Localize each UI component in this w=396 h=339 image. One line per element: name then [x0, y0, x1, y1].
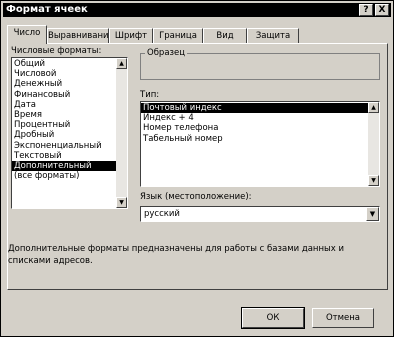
tab-protection[interactable]: Защита	[247, 28, 299, 43]
language-label: Язык (местоположение):	[140, 192, 252, 202]
list-item[interactable]: Финансовый	[12, 90, 127, 100]
list-item[interactable]: Номер телефона	[141, 123, 379, 133]
type-label: Тип:	[140, 90, 160, 100]
tab-alignment[interactable]: Выравнивание	[47, 28, 114, 43]
tab-border[interactable]: Граница	[153, 28, 203, 43]
list-item[interactable]: Денежный	[12, 79, 127, 89]
list-item[interactable]: Процентный	[12, 120, 127, 130]
format-description: Дополнительные форматы предназначены для…	[8, 244, 345, 266]
list-item-selected[interactable]: Почтовый индекс	[141, 103, 379, 114]
list-item[interactable]: Дата	[12, 100, 127, 110]
list-item[interactable]: Экспоненциальный	[12, 141, 127, 151]
format-cells-dialog: Формат ячеек ? X Число Выравнивание Шриф…	[0, 0, 394, 337]
sample-label: Образец	[145, 48, 188, 58]
tab-font[interactable]: Шрифт	[109, 28, 153, 43]
list-item[interactable]: Время	[12, 110, 127, 120]
list-item[interactable]: (все форматы)	[12, 171, 127, 181]
triangle-down-icon[interactable]: ▼	[116, 197, 127, 208]
close-button[interactable]: X	[375, 4, 389, 16]
triangle-up-icon[interactable]: ▲	[116, 58, 127, 69]
ok-button[interactable]: ОК	[241, 307, 305, 329]
tab-view[interactable]: Вид	[203, 28, 247, 43]
list-item[interactable]: Текстовый	[12, 151, 127, 161]
window-title: Формат ячеек	[6, 4, 88, 15]
tab-strip: Число Выравнивание Шрифт Граница Вид Защ…	[7, 25, 387, 44]
list-item-selected[interactable]: Дополнительный	[12, 160, 127, 172]
list-item[interactable]: Общий	[12, 59, 127, 69]
type-scrollbar[interactable]: ▲ ▼	[368, 102, 379, 186]
list-item[interactable]: Дробный	[12, 130, 127, 140]
triangle-down-icon[interactable]: ▼	[368, 175, 379, 186]
language-value: русский	[144, 209, 180, 219]
chevron-down-icon[interactable]: ▼	[366, 207, 379, 221]
language-combobox[interactable]: русский ▼	[140, 206, 380, 222]
list-item[interactable]: Числовой	[12, 69, 127, 79]
tab-number[interactable]: Число	[7, 25, 47, 44]
formats-scrollbar[interactable]: ▲ ▼	[116, 58, 127, 208]
number-formats-list[interactable]: Общий Числовой Денежный Финансовый Дата …	[11, 57, 128, 209]
type-list[interactable]: Почтовый индекс Индекс + 4 Номер телефон…	[140, 101, 380, 187]
help-button[interactable]: ?	[359, 4, 373, 16]
list-item[interactable]: Индекс + 4	[141, 113, 379, 123]
triangle-up-icon[interactable]: ▲	[368, 102, 379, 113]
formats-label: Числовые форматы:	[11, 46, 102, 56]
list-item[interactable]: Табельный номер	[141, 134, 379, 144]
title-bar[interactable]: Формат ячеек ? X	[3, 3, 391, 17]
cancel-button[interactable]: Отмена	[312, 308, 374, 328]
